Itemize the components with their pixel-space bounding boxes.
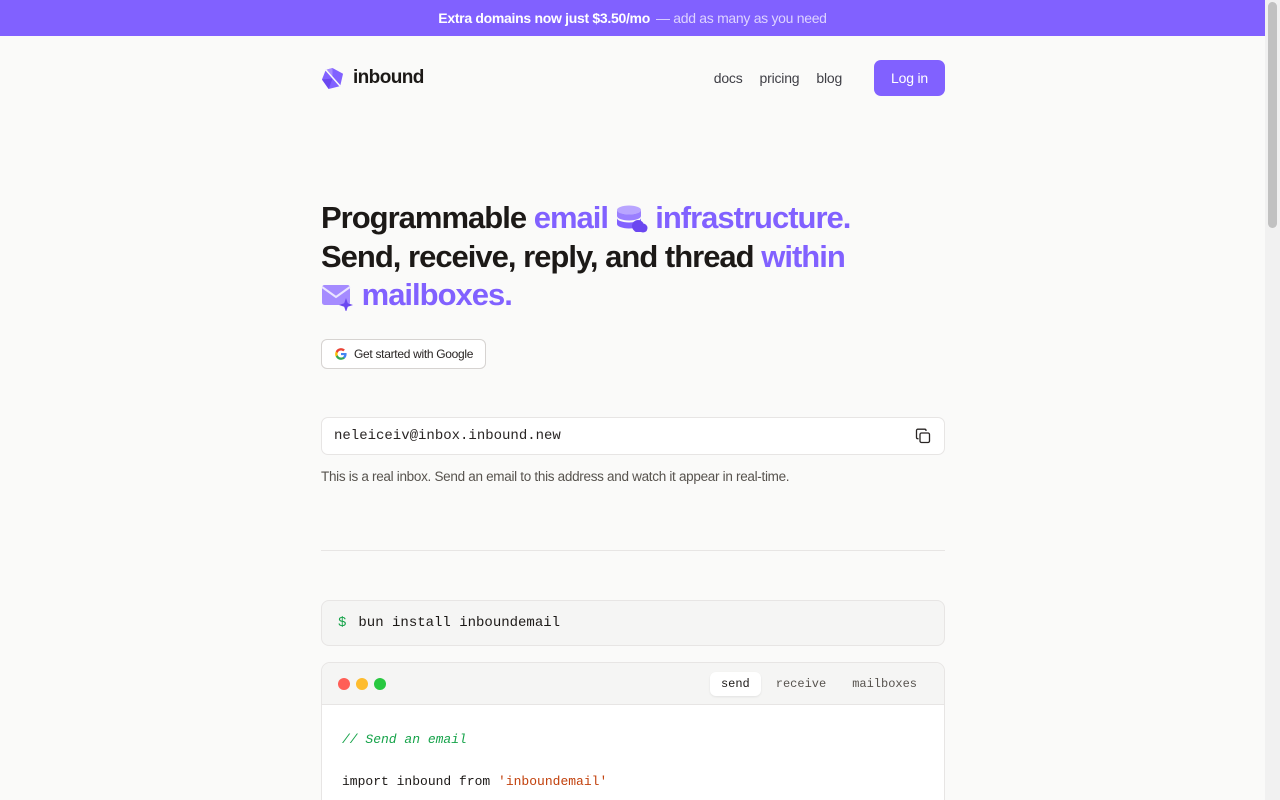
google-signup-label: Get started with Google bbox=[354, 347, 474, 361]
install-command-text[interactable]: bun install inboundemail bbox=[358, 615, 560, 631]
promo-banner[interactable]: Extra domains now just $3.50/mo — add as… bbox=[0, 0, 1265, 36]
banner-text: — add as many as you need bbox=[655, 10, 827, 26]
hero-accent-email: email bbox=[533, 200, 609, 235]
inbox-address-field[interactable]: neleiceiv@inbox.inbound.new bbox=[321, 417, 945, 455]
google-signup-button[interactable]: Get started with Google bbox=[321, 339, 487, 369]
logo-icon bbox=[321, 67, 344, 89]
section-divider bbox=[321, 550, 945, 551]
hero-text-2: Send, receive, reply, and thread bbox=[321, 238, 762, 274]
code-tabs: send receive mailboxes bbox=[709, 671, 928, 696]
hero-accent-within: within bbox=[761, 238, 846, 274]
inbox-help-text: This is a real inbox. Send an email to t… bbox=[321, 469, 790, 484]
shell-prompt: $ bbox=[338, 615, 347, 631]
scrollbar-thumb[interactable] bbox=[1268, 2, 1277, 228]
code-import-keyword: import inbound from bbox=[342, 774, 499, 789]
hero-headline: Programmable email infrastructure. Send,… bbox=[321, 199, 945, 315]
hero-accent-mailboxes: mailboxes. bbox=[361, 277, 513, 312]
tab-mailboxes[interactable]: mailboxes bbox=[841, 672, 928, 696]
database-icon bbox=[616, 205, 648, 233]
code-line-import: import inbound from 'inboundemail' bbox=[342, 771, 924, 792]
install-command[interactable]: $ bun install inboundemail bbox=[321, 600, 945, 646]
nav-link-blog[interactable]: blog bbox=[816, 70, 842, 86]
nav-link-docs[interactable]: docs bbox=[714, 70, 743, 86]
code-example-card: send receive mailboxes // Send an email … bbox=[321, 662, 945, 800]
maximize-dot-icon bbox=[374, 677, 386, 690]
tab-receive[interactable]: receive bbox=[765, 672, 837, 696]
tab-send[interactable]: send bbox=[709, 671, 761, 696]
inbox-address[interactable]: neleiceiv@inbox.inbound.new bbox=[334, 428, 561, 444]
login-button[interactable]: Log in bbox=[874, 60, 945, 96]
google-icon bbox=[335, 348, 347, 360]
copy-icon[interactable] bbox=[914, 427, 932, 445]
code-comment: // Send an email bbox=[342, 732, 467, 747]
top-nav: inbound docs pricing blog Log in bbox=[321, 60, 945, 96]
nav-links: docs pricing blog Log in bbox=[697, 60, 945, 96]
nav-link-pricing[interactable]: pricing bbox=[760, 70, 800, 86]
window-controls bbox=[338, 677, 386, 690]
close-dot-icon bbox=[338, 677, 350, 690]
mail-sparkle-icon bbox=[321, 285, 353, 312]
hero-text-1: Programmable bbox=[321, 200, 534, 235]
code-body: // Send an email import inbound from 'in… bbox=[322, 705, 944, 800]
banner-highlight: Extra domains now just $3.50/mo bbox=[438, 10, 650, 26]
brand-logo[interactable]: inbound bbox=[321, 67, 424, 90]
brand-name: inbound bbox=[353, 67, 424, 88]
code-card-header: send receive mailboxes bbox=[322, 663, 944, 705]
hero-accent-infrastructure: infrastructure. bbox=[655, 200, 851, 235]
code-import-string: 'inboundemail' bbox=[498, 774, 608, 789]
scrollbar[interactable] bbox=[1265, 0, 1280, 800]
minimize-dot-icon bbox=[356, 677, 368, 690]
